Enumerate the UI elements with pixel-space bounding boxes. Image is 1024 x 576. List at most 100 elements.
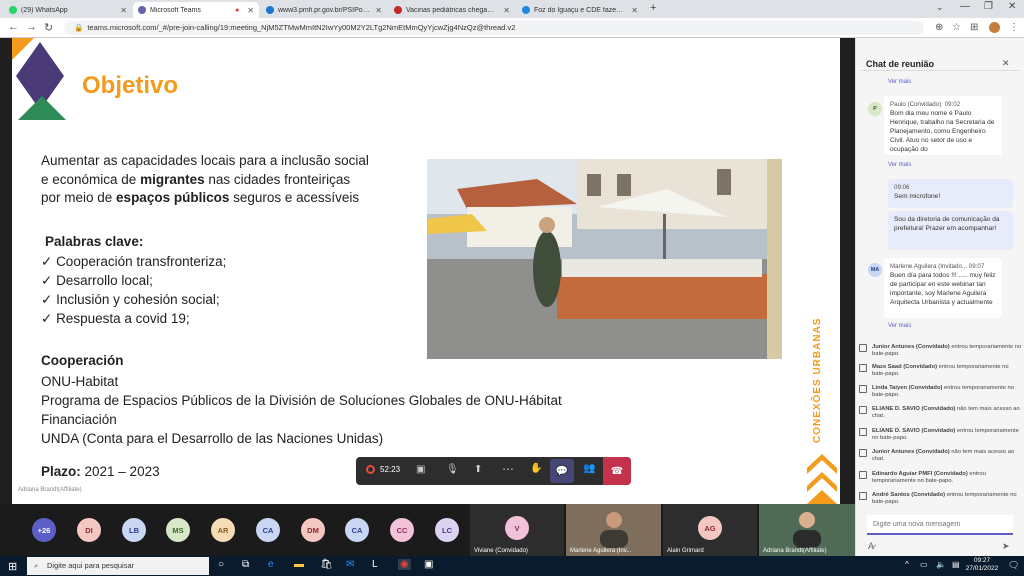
project-logo-icon — [12, 38, 66, 120]
keywords-list: ✓ Cooperación transfronteriza; ✓ Desarro… — [41, 252, 226, 328]
compose-input[interactable] — [867, 515, 1013, 535]
close-icon[interactable]: ✕ — [375, 6, 382, 15]
avatar: MA — [868, 263, 882, 277]
back-arrow-icon[interactable]: ← — [8, 21, 19, 33]
see-more-link[interactable]: Ver mais — [888, 162, 911, 168]
mic-off-icon[interactable]: 🎙 — [446, 464, 459, 475]
more-actions-icon[interactable]: ⋯ — [502, 462, 514, 476]
chat-toggle-icon[interactable]: 💬 — [550, 459, 574, 483]
chat-event: ELIANE D. SAVIO (Convidado) entrou tempo… — [859, 428, 1022, 442]
keyword-text: Desarrollo local; — [56, 273, 153, 288]
person-leave-icon — [859, 449, 867, 457]
forward-arrow-icon[interactable]: → — [26, 21, 37, 33]
cooperation-list: ONU-Habitat Programa de Espacios Público… — [41, 372, 562, 448]
line-text: nas cidades fronteiriças — [204, 171, 351, 187]
raise-hand-icon[interactable]: ✋ — [530, 463, 542, 474]
event-name: Linda Taiyen (Convidado) — [872, 385, 943, 391]
tab-teams[interactable]: Microsoft Teams ● ✕ — [133, 2, 259, 18]
chat-title: Chat de reunião — [866, 59, 935, 69]
network-icon[interactable]: ▭ — [920, 560, 928, 569]
participant-avatar[interactable]: LC — [435, 518, 459, 542]
address-bar[interactable]: 🔒 teams.microsoft.com/_#/pre-join-calling… — [64, 21, 924, 35]
close-icon[interactable]: ✕ — [120, 6, 127, 15]
reload-icon[interactable]: ↻ — [44, 21, 53, 34]
message-time: 09:07 — [968, 263, 985, 270]
profile-avatar[interactable] — [989, 22, 1000, 33]
participant-video-tile[interactable]: Adriana Brandt(Affiliate) — [759, 504, 855, 556]
tab-search-icon[interactable]: ⌄ — [936, 2, 944, 13]
maximize-button[interactable]: ❐ — [984, 1, 993, 12]
cooperation-item: UNDA (Conta para el Desarrollo de las Na… — [41, 431, 384, 446]
participant-tile[interactable]: V Viviane (Convidado) — [470, 504, 564, 556]
send-icon[interactable]: ➤ — [1002, 541, 1010, 552]
more-participants-badge[interactable]: +26 — [32, 518, 56, 542]
menu-dots-icon[interactable]: ⋮ — [1009, 22, 1019, 33]
participant-avatar[interactable]: AR — [211, 518, 235, 542]
app-window-icon[interactable]: ▣ — [424, 559, 433, 570]
participant-avatar[interactable]: CA — [256, 518, 280, 542]
presenter-label: Adriana Brandt(Affiliate) — [18, 487, 82, 493]
edge-icon[interactable]: e — [268, 559, 274, 570]
message-text: Sem microfone! — [894, 193, 941, 200]
see-more-link[interactable]: Ver mais — [888, 323, 911, 329]
message-author: Paulo (Convidado) — [890, 101, 942, 108]
taskbar-search[interactable]: ⌕ Digite aqui para pesquisar — [27, 557, 209, 575]
tab-foz[interactable]: Foz do Iguaçu e CDE fazem parte ✕ — [517, 2, 643, 18]
app-l-icon[interactable]: L — [372, 559, 378, 570]
meeting-stage: Objetivo Aumentar as capacidades locais … — [0, 38, 855, 542]
close-icon[interactable]: ✕ — [247, 6, 254, 15]
extensions-icon[interactable]: ⊞ — [970, 22, 978, 33]
hang-up-button[interactable]: ☎ — [603, 457, 631, 485]
loading-icon — [522, 6, 530, 14]
file-explorer-icon[interactable]: ▬ — [294, 559, 304, 570]
close-icon[interactable]: ✕ — [1002, 58, 1010, 69]
participant-avatar[interactable]: CA — [345, 518, 369, 542]
tray-up-icon[interactable]: ^ — [905, 560, 909, 569]
minimize-button[interactable]: — — [960, 1, 970, 12]
keyword-item: ✓ Inclusión y cohesión social; — [41, 290, 226, 309]
volume-icon[interactable]: 🔈 — [936, 560, 946, 569]
new-tab-button[interactable]: + — [650, 2, 656, 14]
participant-tile[interactable]: AG Alain Grimard — [663, 504, 757, 556]
message-meta: Marlene Aguilera (Invitado... 09:07 — [890, 262, 996, 271]
avatar: P — [868, 102, 882, 116]
mail-icon[interactable]: ✉ — [346, 559, 354, 570]
tab-whatsapp[interactable]: (29) WhatsApp ✕ — [4, 2, 132, 18]
language-icon[interactable]: ▤ — [952, 560, 960, 569]
tab-pmfi[interactable]: www3.pmfi.pr.gov.br/PSIPortal/S ✕ — [261, 2, 387, 18]
windows-start-icon[interactable]: ⊞ — [8, 560, 17, 573]
chat-event: ELIANE D. SAVIO (Convidado) não tem mais… — [859, 406, 1022, 420]
participant-avatar[interactable]: MS — [166, 518, 190, 542]
zoom-icon[interactable]: ⊕ — [935, 22, 943, 33]
close-icon[interactable]: ✕ — [503, 6, 510, 15]
chat-event: Maze Saad (Convidado) entrou temporariam… — [859, 364, 1022, 378]
notifications-icon[interactable]: 🗨 — [1008, 560, 1019, 571]
event-name: Junior Antunes (Convidado) — [872, 449, 950, 455]
tab-vacinas[interactable]: Vacinas pediátricas chegam ao Pa ✕ — [389, 2, 515, 18]
participant-video-tile[interactable]: Marlene Aguilera (Inv... — [566, 504, 661, 556]
person-video-icon — [600, 512, 628, 548]
chrome-icon[interactable]: ◉ — [398, 559, 411, 570]
close-icon[interactable]: ✕ — [631, 6, 638, 15]
bookmark-star-icon[interactable]: ☆ — [952, 22, 961, 33]
store-icon[interactable]: 🛍 — [320, 559, 333, 570]
clock[interactable]: 09:27 27/01/2022 — [960, 557, 1004, 573]
cortana-icon[interactable]: ○ — [218, 559, 224, 570]
participant-avatar: V — [505, 516, 529, 540]
chat-event: Linda Taiyen (Convidado) entrou temporar… — [859, 385, 1022, 399]
participant-avatar[interactable]: CC — [390, 518, 414, 542]
event-name: Junior Antunes (Convidado) — [872, 344, 950, 350]
share-screen-icon[interactable]: ⬆ — [474, 464, 482, 475]
see-more-link[interactable]: Ver mais — [888, 79, 911, 85]
participants-icon[interactable]: 👥 — [583, 463, 595, 474]
format-icon[interactable]: A̷ — [868, 541, 874, 551]
close-window-button[interactable]: ✕ — [1008, 1, 1016, 12]
participant-avatar[interactable]: DM — [301, 518, 325, 542]
participant-avatar[interactable]: DI — [77, 518, 101, 542]
person-join-icon — [859, 471, 867, 479]
check-icon: ✓ — [41, 254, 57, 269]
task-view-icon[interactable]: ⧉ — [242, 559, 249, 570]
cooperation-item: ONU-Habitat — [41, 374, 119, 389]
participant-avatar[interactable]: LB — [122, 518, 146, 542]
camera-off-icon[interactable]: ▣ — [416, 464, 425, 475]
